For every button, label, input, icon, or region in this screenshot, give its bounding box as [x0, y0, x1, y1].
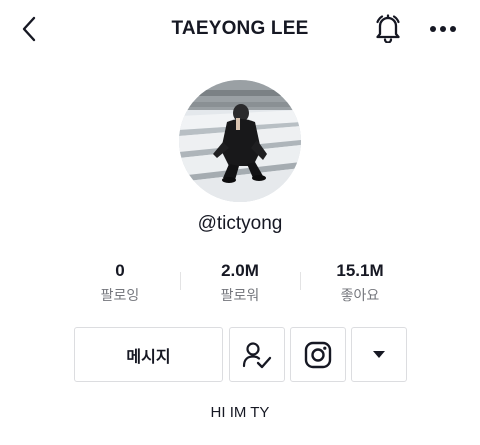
notification-bell-button[interactable]	[372, 12, 404, 44]
instagram-icon	[304, 341, 332, 368]
instagram-button[interactable]	[290, 327, 346, 382]
stat-likes[interactable]: 15.1M 좋아요	[300, 260, 420, 305]
following-label: 팔로잉	[100, 287, 140, 303]
followers-label: 팔로워	[220, 287, 260, 303]
more-horizontal-icon	[430, 26, 456, 32]
stat-following[interactable]: 0 팔로잉	[60, 260, 180, 305]
likes-count: 15.1M	[336, 261, 384, 280]
bell-icon	[376, 14, 400, 43]
more-options-button[interactable]	[426, 14, 460, 44]
profile-bio: HI IM TY	[210, 404, 270, 421]
message-button[interactable]: 메시지	[74, 327, 223, 382]
likes-label: 좋아요	[340, 287, 380, 303]
followers-count: 2.0M	[221, 261, 259, 280]
stat-followers[interactable]: 2.0M 팔로워	[180, 260, 300, 305]
caret-down-icon	[373, 350, 385, 358]
follow-status-button[interactable]	[229, 327, 285, 382]
more-actions-dropdown-button[interactable]	[351, 327, 407, 382]
following-count: 0	[115, 261, 125, 280]
username-handle: @tictyong	[197, 213, 283, 234]
profile-photo	[179, 80, 301, 202]
avatar[interactable]	[179, 80, 301, 202]
person-check-icon	[242, 341, 272, 368]
profile-header: TAEYONG LEE	[0, 0, 480, 58]
page-title: TAEYONG LEE	[171, 18, 309, 39]
profile-stats: 0 팔로잉 2.0M 팔로워 15.1M 좋아요	[60, 260, 420, 308]
